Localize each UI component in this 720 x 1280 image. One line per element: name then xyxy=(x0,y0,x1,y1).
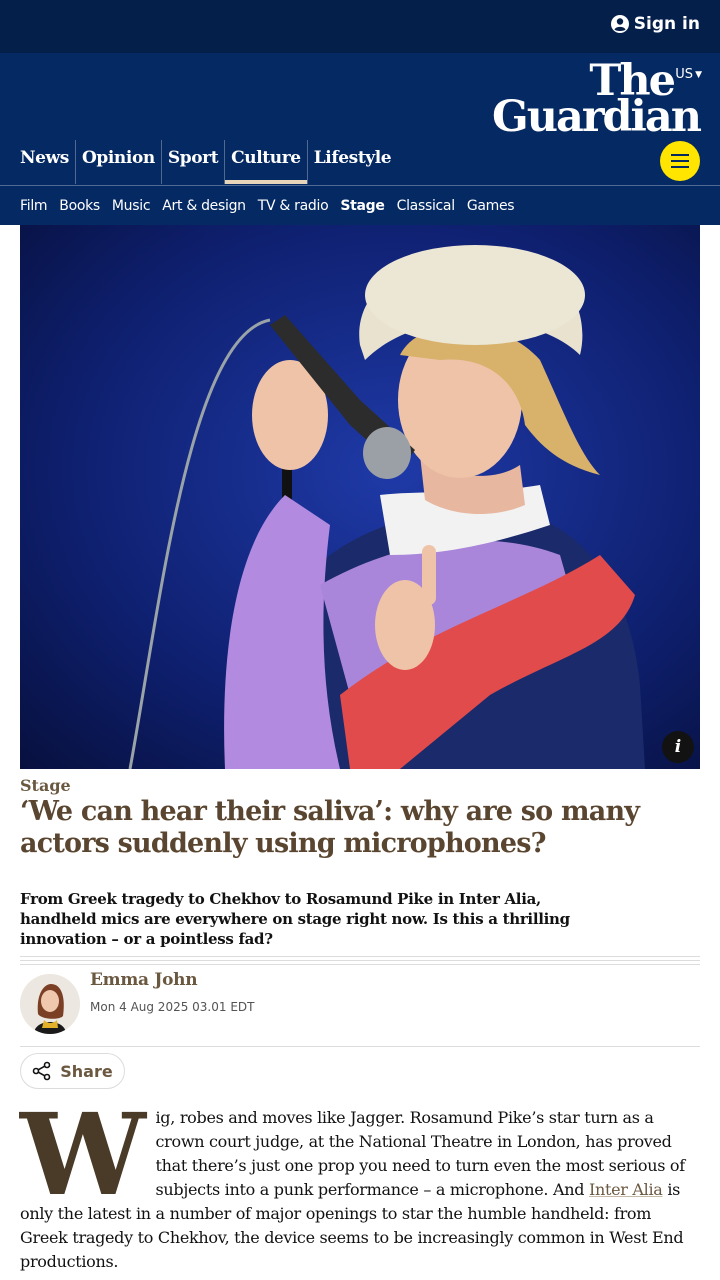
share-button[interactable]: Share xyxy=(20,1053,125,1089)
share-icon xyxy=(32,1061,51,1081)
article-headline: ‘We can hear their saliva’: why are so m… xyxy=(20,796,640,859)
hamburger-icon xyxy=(671,154,689,156)
info-icon[interactable]: i xyxy=(662,731,694,763)
article-standfirst: From Greek tragedy to Chekhov to Rosamun… xyxy=(20,890,570,948)
pillar-news[interactable]: News xyxy=(20,140,75,184)
inter-alia-link[interactable]: Inter Alia xyxy=(589,1180,663,1199)
hamburger-icon-line xyxy=(671,166,689,168)
user-icon xyxy=(610,15,629,33)
byline-rules xyxy=(20,956,700,968)
author-name[interactable]: Emma John xyxy=(90,970,198,990)
guardian-logo[interactable]: The Guardian xyxy=(490,60,702,142)
subnav-film[interactable]: Film xyxy=(20,198,48,214)
menu-button[interactable] xyxy=(660,141,700,181)
subnav-books[interactable]: Books xyxy=(59,198,100,214)
subnav-music[interactable]: Music xyxy=(112,198,151,214)
author-portrait xyxy=(20,974,80,1034)
section-subnav: Film Books Music Art & design TV & radio… xyxy=(0,185,720,225)
sign-in-label: Sign in xyxy=(633,14,700,34)
subnav-stage[interactable]: Stage xyxy=(340,198,385,214)
hero-illustration xyxy=(20,225,700,769)
author-avatar xyxy=(20,974,80,1034)
pillar-nav: News Opinion Sport Culture Lifestyle xyxy=(20,140,397,184)
drop-cap: W xyxy=(20,1090,146,1221)
masthead: US ▼ The Guardian News Opinion Sport Cul… xyxy=(0,53,720,185)
hamburger-icon-line xyxy=(671,160,689,162)
publish-date: Mon 4 Aug 2025 03.01 EDT xyxy=(90,1000,255,1014)
pillar-opinion[interactable]: Opinion xyxy=(74,140,161,184)
section-kicker[interactable]: Stage xyxy=(20,776,71,795)
pillar-culture[interactable]: Culture xyxy=(224,140,307,184)
divider xyxy=(20,1046,700,1047)
logo-line-2: Guardian xyxy=(491,92,702,142)
subnav-classical[interactable]: Classical xyxy=(397,198,456,214)
subnav-tv-radio[interactable]: TV & radio xyxy=(258,198,329,214)
sign-in-link[interactable]: Sign in xyxy=(610,14,700,34)
article-body: Wig, robes and moves like Jagger. Rosamu… xyxy=(20,1090,700,1274)
pillar-sport[interactable]: Sport xyxy=(160,140,224,184)
top-bar: Sign in xyxy=(0,0,720,53)
subnav-games[interactable]: Games xyxy=(467,198,515,214)
subnav-art-design[interactable]: Art & design xyxy=(162,198,246,214)
hero-image[interactable]: i xyxy=(20,225,700,769)
pillar-lifestyle[interactable]: Lifestyle xyxy=(306,140,398,184)
share-label: Share xyxy=(60,1061,113,1081)
